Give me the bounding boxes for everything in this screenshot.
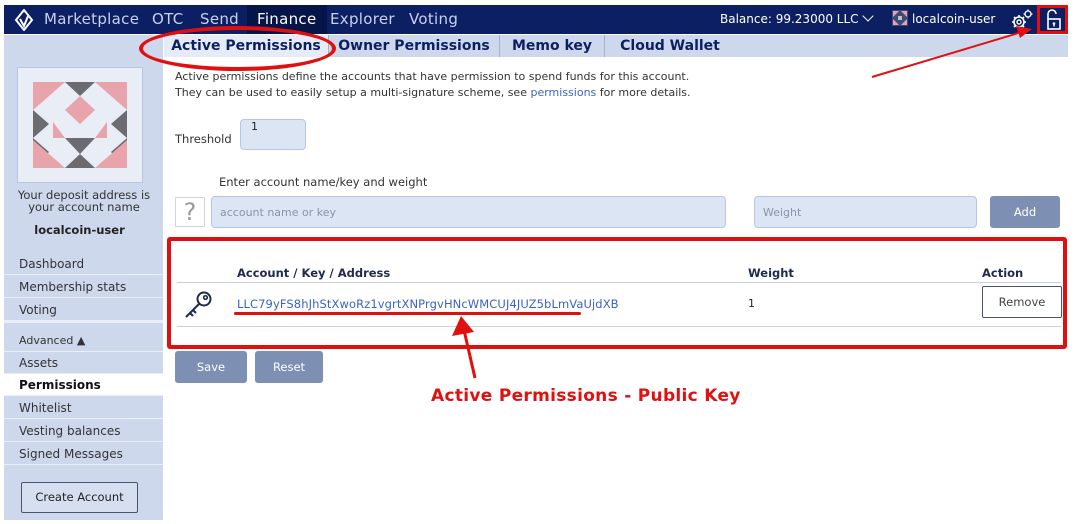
localcoin-logo-icon[interactable]	[14, 9, 34, 31]
balance-dropdown[interactable]: Balance: 99.23000 LLC	[720, 5, 874, 34]
threshold-value: 1	[251, 120, 258, 133]
deposit-address-note: Your deposit address is your account nam…	[17, 188, 151, 214]
unlocked-padlock-icon	[1047, 9, 1061, 30]
sidebar-item-whitelist[interactable]: Whitelist	[4, 397, 163, 419]
sidebar-item-vesting-balances[interactable]: Vesting balances	[4, 420, 163, 442]
sidebar-item-dashboard[interactable]: Dashboard	[4, 253, 163, 275]
sidebar-item-assets[interactable]: Assets	[4, 352, 163, 374]
column-header-account: Account / Key / Address	[237, 266, 391, 280]
account-name-or-key-input[interactable]	[211, 196, 726, 228]
nav-explorer[interactable]: Explorer	[330, 5, 395, 34]
save-button[interactable]: Save	[175, 351, 247, 383]
threshold-label: Threshold	[175, 132, 232, 146]
column-header-action: Action	[982, 266, 1024, 280]
authorities-table: Account / Key / Address Weight Action LL…	[167, 237, 1067, 349]
sidebar-item-signed-messages[interactable]: Signed Messages	[4, 443, 163, 465]
table-header-divider	[177, 282, 1061, 283]
sidebar-item-advanced[interactable]: Advanced ▲	[4, 330, 163, 352]
permissions-panel: Active permissions define the accounts t…	[164, 57, 1068, 520]
balance-text: Balance: 99.23000 LLC	[720, 12, 859, 26]
key-icon	[185, 291, 212, 318]
create-account-button[interactable]: Create Account	[21, 482, 138, 513]
threshold-input[interactable]: 1	[240, 119, 306, 150]
description-prefix: They can be used to easily setup a multi…	[175, 85, 527, 99]
chevron-down-icon	[861, 10, 874, 22]
annotation-label: Active Permissions - Public Key	[431, 386, 741, 406]
table-row-divider	[177, 326, 1061, 327]
description-suffix: for more details.	[599, 85, 691, 99]
description-line-2: They can be used to easily setup a multi…	[175, 85, 691, 101]
account-avatar	[17, 67, 143, 183]
sidebar-username: localcoin-user	[34, 223, 125, 237]
identicon-image	[18, 68, 142, 182]
permissions-link[interactable]: permissions	[530, 86, 596, 99]
annotation-ellipse	[139, 26, 336, 71]
add-key-label: Enter account name/key and weight	[219, 175, 428, 189]
mini-avatar-icon	[892, 10, 908, 26]
description-line-1: Active permissions define the accounts t…	[175, 70, 690, 83]
key-weight-value: 1	[748, 297, 755, 310]
account-name: localcoin-user	[912, 12, 996, 26]
tab-memo-key[interactable]: Memo key	[500, 35, 604, 57]
public-key-link[interactable]: LLC79yFS8hJhStXwoRz1vgrtXNPrgvHNcWMCUJ4J…	[237, 297, 619, 311]
weight-input[interactable]	[754, 196, 977, 228]
unlock-wallet-button[interactable]	[1037, 5, 1068, 34]
account-sidebar: Your deposit address is your account nam…	[4, 35, 163, 520]
sidebar-item-voting[interactable]: Voting	[4, 299, 163, 321]
nav-voting[interactable]: Voting	[409, 5, 458, 34]
sidebar-item-membership-stats[interactable]: Membership stats	[4, 276, 163, 298]
add-button[interactable]: Add	[990, 196, 1060, 228]
tab-cloud-wallet[interactable]: Cloud Wallet	[605, 35, 735, 57]
account-menu[interactable]: localcoin-user	[892, 5, 995, 34]
annotation-underline	[234, 312, 581, 315]
column-header-weight: Weight	[748, 266, 794, 280]
top-navigation-bar: Marketplace OTC Send Finance Explorer Vo…	[4, 5, 1068, 34]
remove-key-button[interactable]: Remove	[982, 286, 1062, 318]
settings-gear-icon[interactable]	[1010, 8, 1034, 32]
reset-button[interactable]: Reset	[255, 351, 323, 383]
nav-marketplace[interactable]: Marketplace	[44, 5, 139, 34]
sidebar-item-permissions[interactable]: Permissions	[4, 374, 163, 396]
unknown-account-icon: ?	[175, 197, 205, 227]
sidebar-divider	[4, 321, 163, 323]
tab-owner-permissions[interactable]: Owner Permissions	[329, 35, 499, 57]
permissions-description: Active permissions define the accounts t…	[175, 69, 691, 100]
